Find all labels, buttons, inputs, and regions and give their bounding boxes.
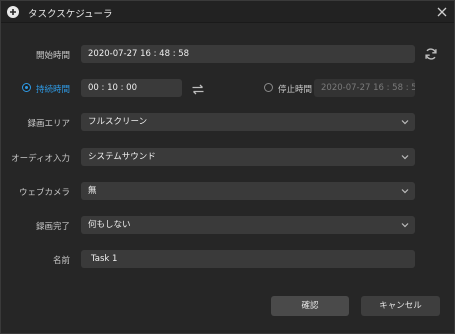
webcam-value: 無 (88, 186, 97, 196)
duration-radio[interactable] (22, 83, 31, 92)
record-complete-value: 何もしない (88, 220, 131, 230)
webcam-label: ウェブカメラ (18, 188, 70, 198)
audio-input-value: システムサウンド (88, 152, 156, 162)
start-time-field[interactable]: 2020-07-27 16 : 48 : 58 (81, 45, 415, 63)
stop-time-radio[interactable] (264, 83, 273, 92)
stop-time-label: 停止時間 (278, 85, 313, 95)
chevron-down-icon (401, 155, 409, 160)
record-area-label: 録画エリア (27, 119, 70, 129)
task-scheduler-dialog: タスクスケジューラ 開始時間 2020-07-27 16 : 48 : 58 持… (0, 0, 455, 334)
name-label: 名前 (52, 256, 70, 266)
chevron-down-icon (401, 120, 409, 125)
title-bar: タスクスケジューラ (1, 1, 454, 23)
confirm-button[interactable]: 確認 (271, 296, 349, 316)
stop-time-field: 2020-07-27 16 : 58 : 58 (314, 79, 415, 97)
webcam-select[interactable]: 無 (81, 182, 415, 200)
start-time-label: 開始時間 (35, 51, 70, 61)
audio-input-label: オーディオ入力 (11, 154, 70, 164)
record-area-value: フルスクリーン (88, 117, 148, 127)
add-icon (7, 6, 19, 18)
duration-label: 持続時間 (36, 85, 71, 95)
dialog-title: タスクスケジューラ (28, 9, 113, 20)
refresh-icon[interactable] (423, 46, 439, 62)
chevron-down-icon (401, 223, 409, 228)
swap-icon[interactable] (190, 81, 206, 97)
audio-input-select[interactable]: システムサウンド (81, 148, 415, 166)
record-complete-label: 録画完了 (35, 222, 70, 232)
close-icon[interactable] (435, 5, 449, 19)
duration-field[interactable]: 00 : 10 : 00 (81, 79, 182, 97)
name-input[interactable]: Task 1 (81, 250, 415, 268)
chevron-down-icon (401, 189, 409, 194)
record-complete-select[interactable]: 何もしない (81, 216, 415, 234)
cancel-button[interactable]: キャンセル (361, 296, 440, 316)
record-area-select[interactable]: フルスクリーン (81, 113, 415, 131)
